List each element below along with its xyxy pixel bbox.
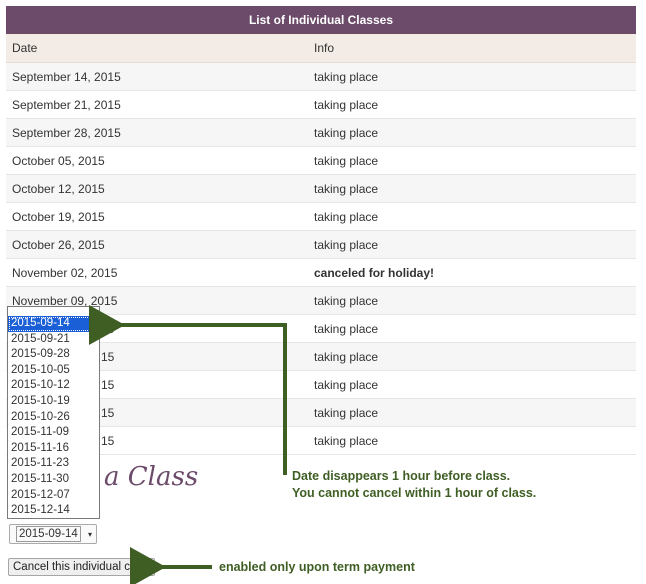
button-note: enabled only upon term payment xyxy=(219,560,415,574)
date-disappears-note: Date disappears 1 hour before class. You… xyxy=(292,468,536,502)
annotation-line-1: Date disappears 1 hour before class. xyxy=(292,469,511,483)
arrow-to-dropdown-icon xyxy=(89,305,287,475)
annotation-line-2: You cannot cancel within 1 hour of class… xyxy=(292,486,537,500)
